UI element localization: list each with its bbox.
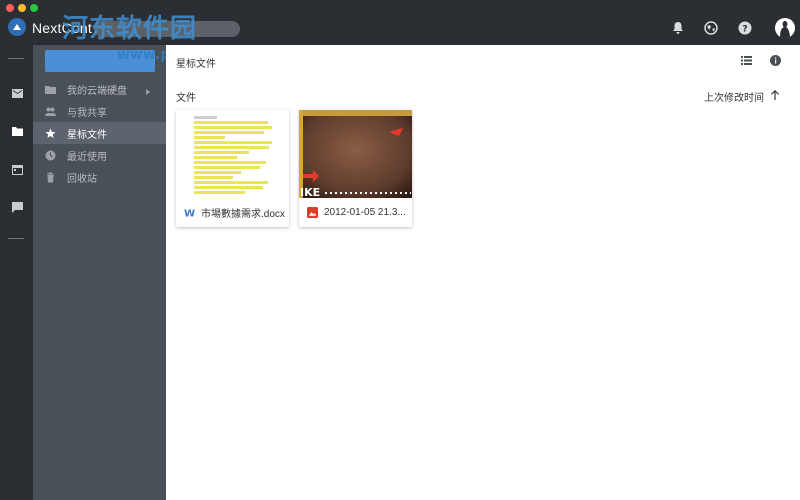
sort-by-modified[interactable]: 上次修改时间 — [704, 89, 764, 104]
sidebar-item-recent[interactable]: 最近使用 — [33, 144, 166, 166]
document-thumbnail — [176, 110, 289, 198]
sidebar-item-my-drive[interactable]: 我的云端硬盘 — [33, 78, 166, 100]
file-name: 市場數據需求.docx — [201, 209, 285, 220]
list-view-icon[interactable] — [740, 54, 754, 68]
breadcrumb[interactable]: 星标文件 — [176, 55, 216, 70]
star-icon — [43, 126, 57, 140]
rail-divider — [8, 238, 24, 239]
sidebar-item-label: 回收站 — [67, 173, 97, 185]
main-content: 星标文件 文件 上次修改时间 W 市場數據需求.docx IKE 2012-01… — [166, 45, 800, 500]
files-icon[interactable] — [9, 123, 25, 139]
image-file-icon — [306, 207, 318, 219]
file-card[interactable]: W 市場數據需求.docx — [176, 110, 289, 227]
sidebar-item-label: 我的云端硬盘 — [67, 85, 127, 97]
sidebar-item-label: 最近使用 — [67, 151, 107, 163]
sidebar-item-trash[interactable]: 回收站 — [33, 166, 166, 188]
notifications-icon[interactable] — [670, 20, 686, 36]
watermark-text: 河东软件园 — [62, 14, 198, 44]
arrow-up-icon[interactable] — [770, 88, 780, 100]
sidebar-item-shared[interactable]: 与我共享 — [33, 100, 166, 122]
clock-icon — [43, 148, 57, 162]
trash-icon — [43, 170, 57, 184]
chat-icon[interactable] — [9, 199, 25, 215]
chevron-right-icon[interactable] — [144, 83, 154, 95]
svg-text:W: W — [184, 209, 195, 218]
sidebar: www.pc0359.cn 我的云端硬盘 与我共享 星标文件 最近使用 回收站 — [33, 45, 241, 500]
section-title: 文件 — [176, 93, 196, 104]
title-bar: NextCont 河东软件园 ? — [0, 0, 800, 45]
zoom-window-button[interactable] — [30, 4, 38, 12]
svg-text:IKE: IKE — [300, 186, 320, 198]
avatar[interactable] — [775, 18, 795, 38]
word-doc-icon: W — [183, 207, 195, 219]
sidebar-item-starred[interactable]: 星标文件 — [33, 122, 166, 144]
svg-text:?: ? — [742, 25, 747, 35]
rail-divider — [8, 58, 24, 59]
drive-icon — [43, 82, 57, 96]
help-icon[interactable]: ? — [737, 20, 753, 36]
minimize-window-button[interactable] — [18, 4, 26, 12]
image-thumbnail: IKE — [299, 110, 412, 198]
sidebar-item-label: 星标文件 — [67, 129, 107, 141]
app-rail — [0, 45, 33, 500]
sidebar-item-label: 与我共享 — [67, 107, 107, 119]
file-card[interactable]: IKE 2012-01-05 21.3... — [299, 110, 412, 227]
close-window-button[interactable] — [6, 4, 14, 12]
globe-icon[interactable] — [703, 20, 719, 36]
calendar-icon[interactable] — [9, 161, 25, 177]
file-name: 2012-01-05 21.3... — [324, 207, 406, 218]
people-icon — [43, 104, 57, 118]
mail-icon[interactable] — [9, 85, 25, 101]
info-icon[interactable] — [769, 54, 783, 68]
app-logo-icon — [8, 18, 26, 36]
